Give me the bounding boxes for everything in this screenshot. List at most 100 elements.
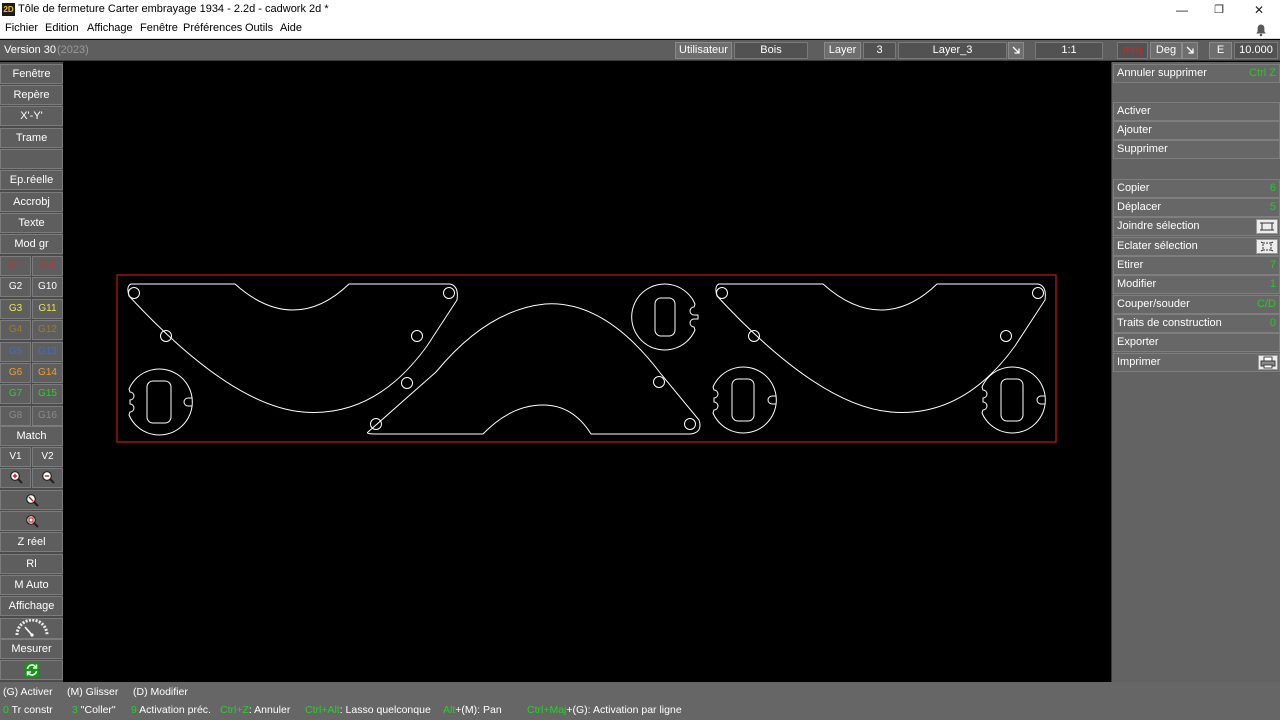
group-button-g7[interactable]: G7 — [0, 384, 31, 405]
menu-preferences[interactable]: Préférences — [183, 22, 242, 34]
exporter-button[interactable]: Exporter — [1113, 333, 1280, 352]
zoom-out-button[interactable] — [32, 468, 63, 488]
close-button[interactable]: ✕ — [1240, 0, 1278, 20]
group-button-g1[interactable]: G1 — [0, 256, 31, 276]
texte-button[interactable]: Texte — [0, 213, 63, 233]
shortcut-key: 5 — [1269, 201, 1276, 213]
hint-pan: Alt+(M): Pan — [443, 704, 502, 716]
angle-unit-button[interactable]: Deg — [1150, 42, 1182, 59]
hole — [443, 287, 455, 299]
supprimer-button[interactable]: Supprimer — [1113, 140, 1280, 159]
fenetre-button[interactable]: Fenêtre — [0, 64, 63, 84]
m-auto-button[interactable]: M Auto — [0, 575, 63, 595]
z-reel-button[interactable]: Z réel — [0, 532, 63, 552]
hint-lasso: Ctrl+Alt: Lasso quelconque — [305, 704, 431, 716]
xy-button[interactable]: X'-Y' — [0, 106, 63, 126]
group-button-g6[interactable]: G6 — [0, 363, 31, 383]
menu-affichage[interactable]: Affichage — [87, 22, 133, 34]
empty-button[interactable] — [0, 149, 63, 169]
repere-button[interactable]: Repère — [0, 85, 63, 105]
deplacer-button[interactable]: Déplacer 5 — [1113, 198, 1280, 217]
rl-button[interactable]: Rl — [0, 554, 63, 574]
group-button-g3[interactable]: G3 — [0, 298, 31, 319]
unit-field[interactable]: mm — [1117, 42, 1148, 59]
group-button-g4[interactable]: G4 — [0, 320, 31, 341]
eclater-selection-button[interactable]: Eclater sélection — [1113, 237, 1280, 256]
part-left-triangle — [127, 283, 458, 413]
left-panel: Fenêtre Repère X'-Y' Trame Ep.réelle Acc… — [0, 62, 63, 682]
gauge-button[interactable] — [0, 618, 63, 639]
copier-button[interactable]: Copier 6 — [1113, 179, 1280, 198]
group-button-g5[interactable]: G5 — [0, 341, 31, 362]
e-value-field[interactable]: 10.000 — [1234, 42, 1278, 59]
scale-field[interactable]: 1:1 — [1035, 42, 1103, 59]
mod-gr-button[interactable]: Mod gr — [0, 234, 63, 254]
layer-number-field[interactable]: 3 — [863, 42, 896, 59]
hint-tr-constr: 0 Tr constr — [3, 704, 53, 716]
affichage-button[interactable]: Affichage — [0, 596, 63, 616]
zoom-window-icon — [25, 494, 39, 507]
annuler-supprimer-button[interactable]: Annuler supprimer Ctrl Z — [1113, 64, 1280, 83]
menu-aide[interactable]: Aide — [280, 22, 302, 34]
menu-edition[interactable]: Edition — [45, 22, 79, 34]
mesurer-button[interactable]: Mesurer — [0, 639, 63, 659]
group-button-g13[interactable]: G13 — [32, 341, 63, 362]
group-button-g8[interactable]: G8 — [0, 405, 31, 426]
user-button[interactable]: Utilisateur — [675, 42, 732, 59]
match-button[interactable]: Match — [0, 426, 63, 446]
printer-icon — [1258, 355, 1278, 370]
drawing-canvas[interactable] — [63, 62, 1111, 682]
menu-fenetre[interactable]: Fenêtre — [140, 22, 178, 34]
group-button-g16[interactable]: G16 — [32, 405, 63, 426]
v1-button[interactable]: V1 — [0, 447, 31, 467]
hole — [653, 376, 665, 388]
group-button-g9[interactable]: G9 — [32, 256, 63, 276]
hole — [716, 287, 728, 299]
hint-coller: 3 "Coller" — [72, 704, 116, 716]
etirer-button[interactable]: Etirer 7 — [1113, 256, 1280, 275]
refresh-button[interactable] — [0, 660, 63, 680]
hole — [160, 330, 172, 342]
ajouter-button[interactable]: Ajouter — [1113, 121, 1280, 140]
modifier-label: Modifier — [1117, 278, 1157, 290]
group-button-g12[interactable]: G12 — [32, 320, 63, 341]
zoom-all-button[interactable] — [0, 511, 63, 531]
menu-outils[interactable]: Outils — [245, 22, 273, 34]
group-button-g10[interactable]: G10 — [32, 277, 63, 298]
layer-dropdown-button[interactable] — [1008, 42, 1024, 59]
activer-button[interactable]: Activer — [1113, 102, 1280, 121]
zoom-window-button[interactable] — [0, 490, 63, 510]
angle-dropdown-button[interactable] — [1182, 42, 1198, 59]
couper-souder-button[interactable]: Couper/souder C/D — [1113, 295, 1280, 314]
menu-fichier[interactable]: Fichier — [5, 22, 38, 34]
v2-button[interactable]: V2 — [32, 447, 63, 467]
layer-button[interactable]: Layer — [824, 42, 861, 59]
material-field[interactable]: Bois — [734, 42, 808, 59]
ep-reelle-button[interactable]: Ep.réelle — [0, 170, 63, 190]
zoom-in-button[interactable] — [0, 468, 31, 488]
gauge-icon — [15, 618, 48, 637]
modifier-button[interactable]: Modifier 1 — [1113, 275, 1280, 294]
minimize-button[interactable]: — — [1163, 0, 1201, 20]
accrobj-button[interactable]: Accrobj — [0, 192, 63, 212]
group-button-g15[interactable]: G15 — [32, 384, 63, 405]
version-label: Version 30 — [4, 44, 56, 56]
trame-button[interactable]: Trame — [0, 128, 63, 148]
layer-name-field[interactable]: Layer_3 — [898, 42, 1007, 59]
traits-label: Traits de construction — [1117, 317, 1222, 329]
menu-bar: Fichier Edition Affichage Fenêtre Préfér… — [0, 20, 1280, 39]
drawing-svg[interactable] — [63, 62, 1111, 682]
group-button-g2[interactable]: G2 — [0, 277, 31, 298]
bell-icon[interactable] — [1254, 23, 1268, 37]
e-button[interactable]: E — [1209, 42, 1232, 59]
hint-activation-prec: 9 Activation préc. — [131, 704, 211, 716]
hint-glisser: (M) Glisser — [67, 686, 119, 698]
maximize-button[interactable]: ❐ — [1200, 0, 1238, 20]
group-button-g11[interactable]: G11 — [32, 298, 63, 319]
traits-construction-button[interactable]: Traits de construction 0 — [1113, 314, 1280, 333]
joindre-selection-button[interactable]: Joindre sélection — [1113, 217, 1280, 236]
imprimer-button[interactable]: Imprimer — [1113, 353, 1280, 372]
group-button-g14[interactable]: G14 — [32, 363, 63, 383]
annuler-supprimer-label: Annuler supprimer — [1117, 67, 1207, 79]
hint-modifier: (D) Modifier — [133, 686, 188, 698]
